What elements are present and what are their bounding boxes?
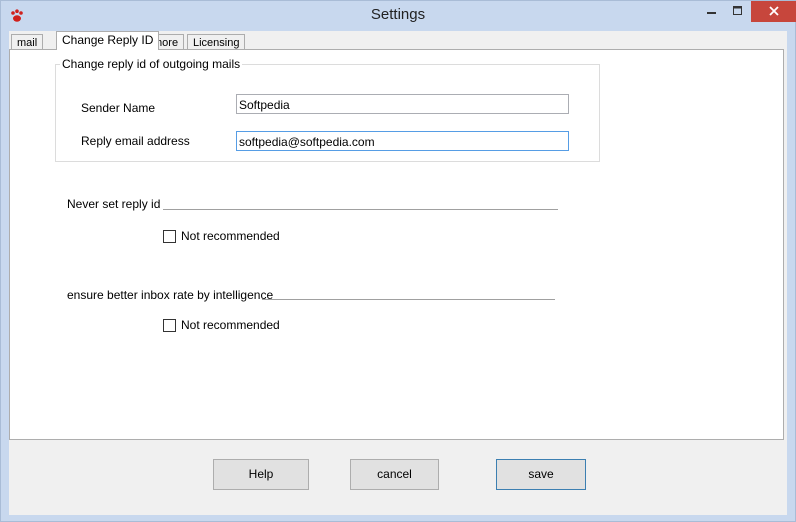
help-button[interactable]: Help (213, 459, 309, 490)
window-title: Settings (370, 6, 426, 23)
minimize-icon (706, 12, 716, 14)
tab-licensing[interactable]: Licensing (187, 34, 246, 50)
tab-mail[interactable]: mail (11, 34, 44, 50)
maximize-button[interactable] (725, 1, 751, 22)
close-icon (768, 6, 779, 16)
client-area: mail Change Reply ID more Licensing Chan… (9, 31, 787, 515)
sender-name-field[interactable] (236, 94, 569, 114)
reply-id-group-title: Change reply id of outgoing mails (60, 57, 243, 71)
intelligence-label: ensure better inbox rate by intelligence (67, 288, 274, 302)
reply-email-label: Reply email address (81, 134, 190, 148)
tab-change-reply-id[interactable]: Change Reply ID (56, 31, 160, 50)
save-button[interactable]: save (496, 459, 586, 490)
sender-name-label: Sender Name (81, 101, 156, 115)
tab-panel-change-reply-id: Change reply id of outgoing mails Sender… (9, 49, 784, 440)
maximize-icon (733, 6, 742, 15)
intelligence-divider (262, 299, 555, 300)
never-set-divider (163, 209, 558, 210)
close-button[interactable] (751, 1, 796, 22)
never-set-checkbox-label[interactable]: Not recommended (181, 229, 280, 243)
settings-window: Settings mail Change Reply ID more Licen… (0, 0, 796, 522)
reply-email-field[interactable] (236, 131, 569, 151)
intelligence-checkbox-label[interactable]: Not recommended (181, 318, 280, 332)
cancel-button[interactable]: cancel (350, 459, 439, 490)
intelligence-checkbox[interactable] (163, 319, 176, 332)
minimize-button[interactable] (698, 1, 725, 22)
title-bar[interactable]: Settings (1, 1, 796, 31)
reply-id-group: Change reply id of outgoing mails Sender… (55, 57, 600, 162)
never-set-checkbox[interactable] (163, 230, 176, 243)
never-set-reply-id-label: Never set reply id (67, 197, 161, 211)
